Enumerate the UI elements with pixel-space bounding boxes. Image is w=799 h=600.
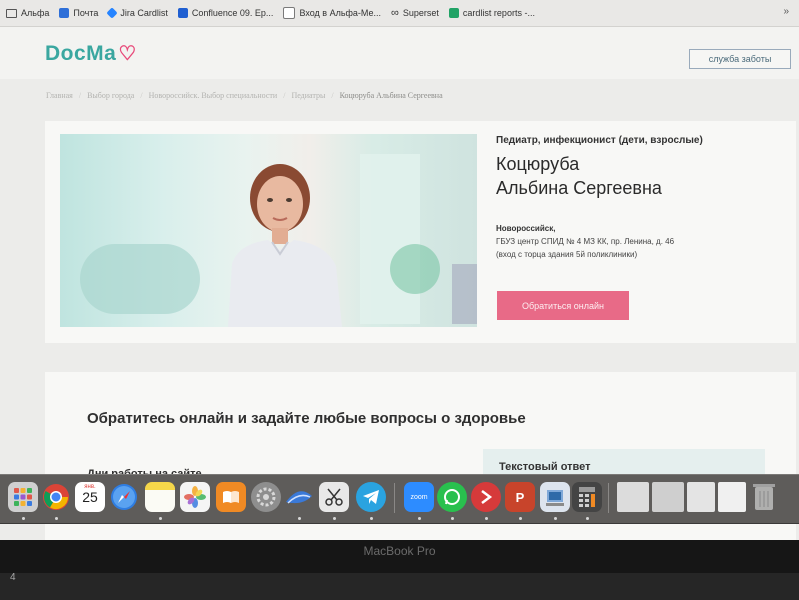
dock-separator [608, 483, 609, 513]
breadcrumb-specialty[interactable]: Новороссийск. Выбор специальности [149, 91, 278, 100]
doctor-card: Педиатр, инфекционист (дети, взрослые) К… [45, 121, 796, 343]
dock-separator [394, 483, 395, 513]
folder-icon [6, 8, 17, 18]
macos-dock: янв. 25 zoom P [0, 474, 799, 524]
doctor-info: Педиатр, инфекционист (дети, взрослые) К… [496, 135, 786, 261]
bookmark-jira[interactable]: Jira Cardlist [106, 7, 168, 19]
doctor-given-names: Альбина Сергеевна [496, 178, 662, 198]
photo-background-shape [80, 244, 200, 314]
window-thumb-3-icon[interactable] [687, 482, 715, 512]
bookmark-superset[interactable]: ∞ Superset [391, 7, 439, 19]
laptop-label: MacBook Pro [363, 544, 436, 558]
care-service-button[interactable]: служба заботы [689, 49, 791, 69]
breadcrumb-separator: / [78, 91, 82, 100]
breadcrumb-separator: / [283, 91, 286, 100]
powerpoint-icon[interactable]: P [505, 482, 535, 512]
breadcrumb-pediatricians[interactable]: Педиатры [291, 91, 325, 100]
address-note: (вход с торца здания 5й поликлиники) [496, 250, 638, 259]
doctor-specialty: Педиатр, инфекционист (дети, взрослые) [496, 135, 703, 146]
chrome-icon[interactable] [41, 482, 71, 512]
zoom-label: zoom [410, 493, 428, 501]
bookmarks-overflow-icon[interactable]: » [783, 6, 789, 17]
photo-background-plant [390, 244, 440, 294]
breadcrumb-city[interactable]: Выбор города [87, 91, 134, 100]
keyboard-edge [0, 573, 799, 600]
logo-text: DocMa [45, 42, 117, 65]
window-thumb-2-icon[interactable] [652, 482, 684, 512]
section-title: Обратитесь онлайн и задайте любые вопрос… [87, 410, 526, 427]
preview-icon[interactable] [540, 482, 570, 512]
photo-background-shape [452, 264, 477, 324]
breadcrumb-separator: / [140, 91, 143, 100]
dock-running-indicator [333, 517, 336, 520]
contact-online-button[interactable]: Обратиться онлайн [497, 291, 629, 320]
photos-icon[interactable] [180, 482, 210, 512]
site-header: DocMa ♡ служба заботы [0, 27, 799, 79]
app-blue-wave-icon[interactable] [284, 482, 314, 512]
heart-icon: ♡ [118, 43, 137, 65]
doctor-photo [60, 134, 477, 327]
address-city: Новороссийск, [496, 224, 556, 233]
bookmark-mail[interactable]: Почта [59, 8, 98, 18]
dock-running-indicator [519, 517, 522, 520]
dock-running-indicator [55, 517, 58, 520]
dock-running-indicator [451, 517, 454, 520]
dock-running-indicator [586, 517, 589, 520]
dock-running-indicator [159, 517, 162, 520]
infinity-icon: ∞ [391, 7, 399, 19]
breadcrumb-current: Коцюруба Альбина Сергеевна [339, 91, 443, 100]
remote-desktop-icon[interactable] [471, 482, 501, 512]
dock-running-indicator [418, 517, 421, 520]
dock-running-indicator [22, 517, 25, 520]
sheets-icon [448, 8, 459, 18]
doctor-portrait-icon [228, 164, 342, 327]
photo-background-shape [360, 154, 420, 324]
telegram-icon[interactable] [356, 482, 386, 512]
dock-running-indicator [554, 517, 557, 520]
books-icon[interactable] [216, 482, 246, 512]
breadcrumb-home[interactable]: Главная [46, 91, 73, 100]
system-preferences-icon[interactable] [251, 482, 281, 512]
text-answer-label: Текстовый ответ [499, 461, 591, 473]
bookmark-alfa-login[interactable]: Вход в Альфа-Ме... [283, 7, 381, 19]
address-clinic: ГБУЗ центр СПИД № 4 МЗ КК, пр. Ленина, д… [496, 237, 675, 246]
notes-icon[interactable] [145, 482, 175, 512]
dock-running-indicator [485, 517, 488, 520]
browser-screen: Альфа Почта Jira Cardlist Confluence 09.… [0, 0, 799, 540]
calendar-day: 25 [82, 489, 98, 505]
bookmark-confluence[interactable]: Confluence 09. Ep... [177, 8, 273, 18]
dock-running-indicator [370, 517, 373, 520]
page-icon [283, 7, 296, 19]
window-thumb-1-icon[interactable] [617, 482, 649, 512]
doctor-address: Новороссийск, ГБУЗ центр СПИД № 4 МЗ КК,… [496, 222, 786, 261]
breadcrumb: Главная / Выбор города / Новороссийск. В… [46, 91, 443, 100]
launchpad-icon[interactable] [8, 482, 38, 512]
doctor-surname: Коцюруба [496, 154, 580, 174]
safari-icon[interactable] [109, 482, 139, 512]
breadcrumb-separator: / [331, 91, 334, 100]
confluence-icon [177, 8, 188, 18]
bezel-number: 4 [10, 572, 16, 583]
jira-icon [106, 7, 119, 19]
bookmark-cardlist-reports[interactable]: cardlist reports -... [448, 8, 535, 18]
bookmark-alfa[interactable]: Альфа [6, 8, 49, 18]
trash-icon[interactable] [752, 482, 776, 512]
mail-icon [59, 8, 70, 18]
docma-logo[interactable]: DocMa ♡ [45, 41, 137, 66]
screenshot-tool-icon[interactable] [319, 482, 349, 512]
calendar-app-icon[interactable]: янв. 25 [75, 482, 105, 512]
calculator-icon[interactable] [572, 482, 602, 512]
bookmarks-bar: Альфа Почта Jira Cardlist Confluence 09.… [0, 0, 799, 27]
doctor-name: Коцюруба Альбина Сергеевна [496, 152, 786, 200]
dock-running-indicator [298, 517, 301, 520]
whatsapp-icon[interactable] [437, 482, 467, 512]
window-thumb-4-icon[interactable] [718, 482, 746, 512]
zoom-icon[interactable]: zoom [404, 482, 434, 512]
